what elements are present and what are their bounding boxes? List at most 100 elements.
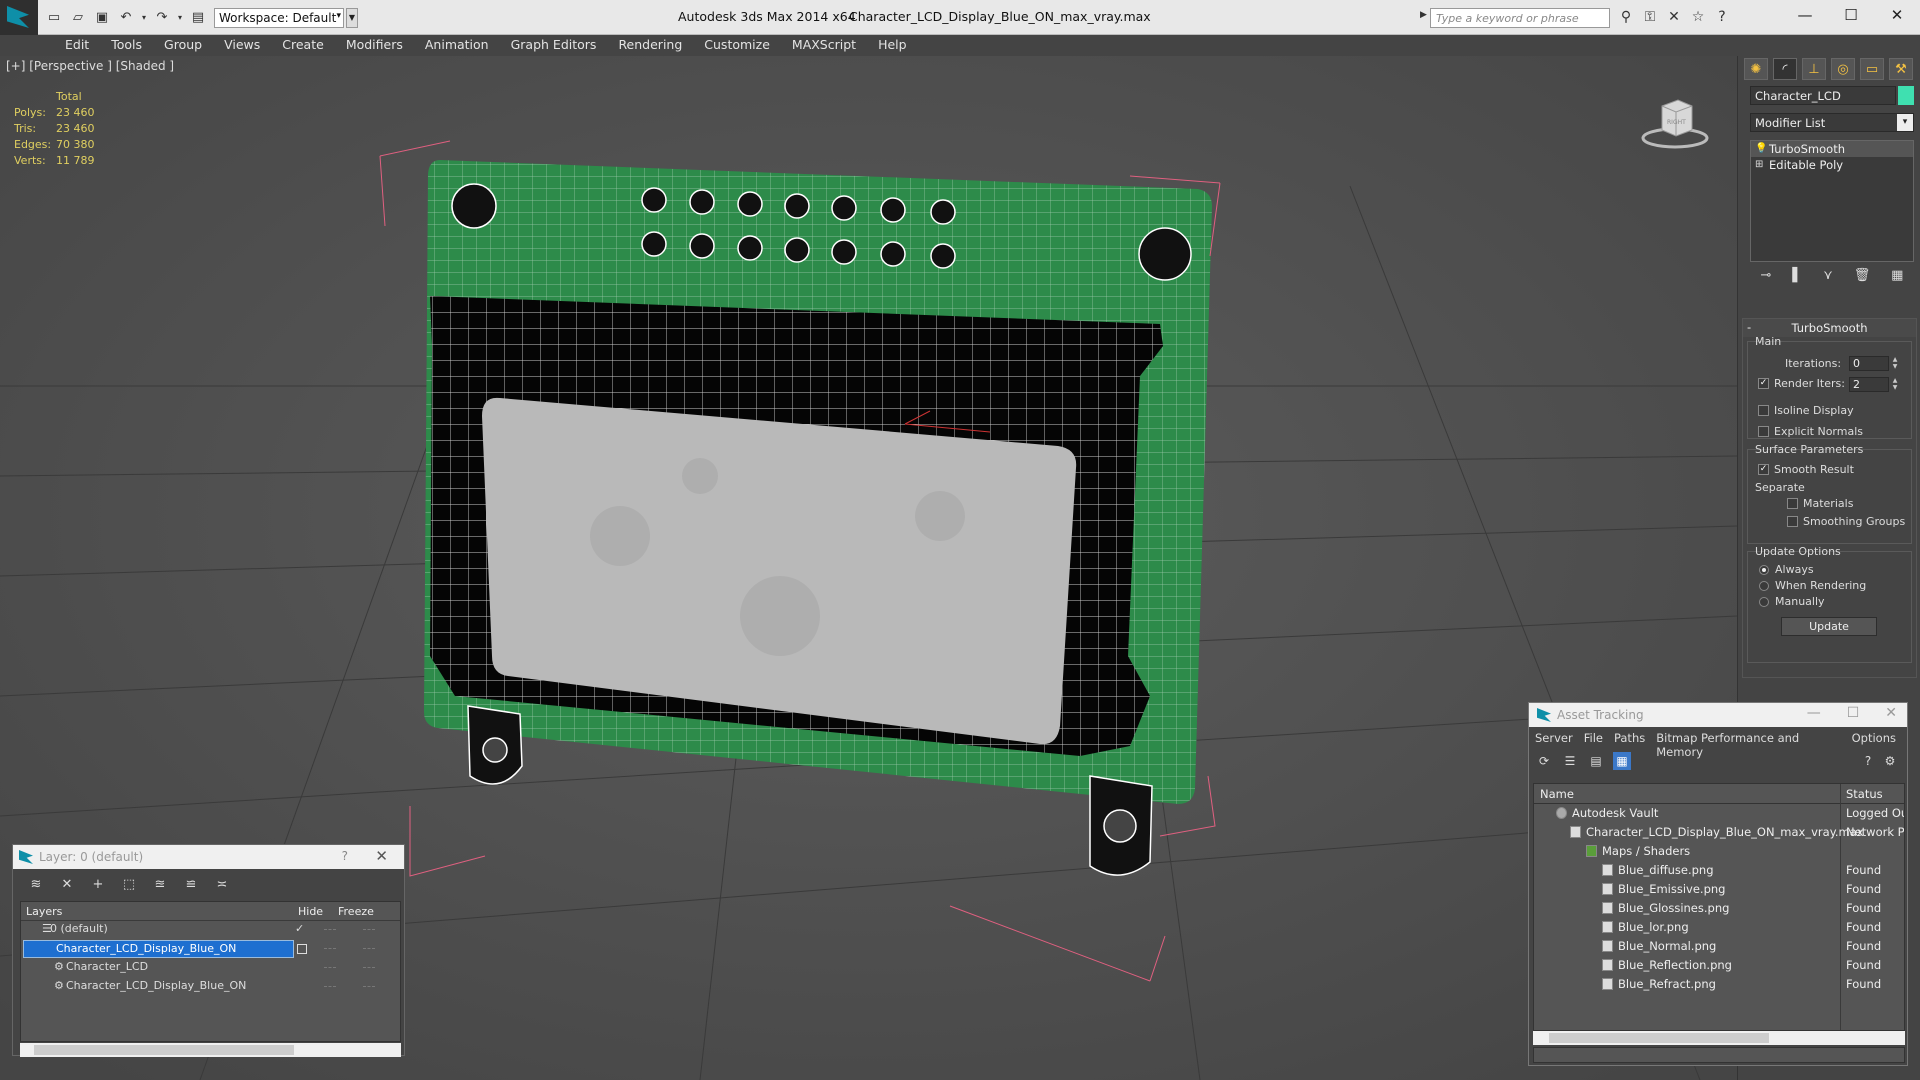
pin-stack-icon[interactable]: ⊸ [1760, 268, 1771, 283]
layers-icon[interactable]: ≋ [25, 875, 47, 895]
asset-row[interactable]: Blue_Emissive.png Found [1534, 880, 1904, 899]
app-logo-icon[interactable] [0, 0, 38, 35]
smoothing-groups-checkbox[interactable] [1787, 516, 1798, 527]
asset-row[interactable]: Blue_Glossines.png Found [1534, 899, 1904, 918]
menu-customize[interactable]: Customize [693, 35, 781, 56]
materials-checkbox[interactable] [1787, 498, 1798, 509]
maximize-icon[interactable]: ☐ [1847, 705, 1860, 721]
project-folder-icon[interactable]: ▤ [188, 7, 208, 27]
display-tab-icon[interactable]: ▭ [1860, 58, 1884, 80]
freeze-toggle[interactable] [363, 986, 375, 987]
settings-icon[interactable]: ⚙ [1881, 752, 1899, 770]
list-view-icon[interactable]: ☰ [1561, 752, 1579, 770]
key-icon[interactable]: ⚿ [1641, 8, 1659, 26]
refresh-icon[interactable]: ⟳ [1535, 752, 1553, 770]
asset-row[interactable]: Maps / Shaders [1534, 842, 1904, 861]
minimize-icon[interactable]: — [1807, 705, 1821, 721]
utilities-tab-icon[interactable]: ⚒ [1889, 58, 1913, 80]
undo-icon[interactable]: ↶ [116, 7, 136, 27]
undo-dropdown-icon[interactable]: ▾ [140, 7, 148, 27]
add-layer-icon[interactable]: + [87, 875, 109, 895]
help-icon[interactable]: ? [342, 849, 348, 863]
expand-plus-icon[interactable]: ⊞ [1755, 159, 1763, 170]
hide-all-icon[interactable]: ≌ [180, 875, 202, 895]
smooth-result-checkbox[interactable]: ✓ [1758, 464, 1769, 475]
hierarchy-tab-icon[interactable]: ⊥ [1802, 58, 1826, 80]
asset-menu-paths[interactable]: Paths [1614, 731, 1645, 749]
new-file-icon[interactable]: ▭ [44, 7, 64, 27]
freeze-toggle[interactable] [363, 929, 375, 930]
iterations-spinner[interactable]: 0 [1849, 356, 1889, 371]
asset-row[interactable]: Blue_lor.png Found [1534, 918, 1904, 937]
configure-sets-icon[interactable]: ▦ [1891, 268, 1903, 283]
delete-layer-icon[interactable]: ✕ [56, 875, 78, 895]
col-hide[interactable]: Hide [293, 902, 333, 920]
scrollbar-thumb[interactable] [34, 1045, 294, 1055]
asset-menu-bitmap-performance[interactable]: Bitmap Performance and Memory [1656, 731, 1840, 759]
workspace-dropdown[interactable]: Workspace: Default ▾ [214, 8, 344, 28]
close-icon[interactable]: ✕ [375, 847, 388, 865]
hide-toggle[interactable] [324, 948, 336, 949]
table-view-icon[interactable]: ▦ [1613, 752, 1631, 770]
menu-create[interactable]: Create [271, 35, 335, 56]
asset-row[interactable]: Blue_Normal.png Found [1534, 937, 1904, 956]
asset-row[interactable]: Autodesk Vault Logged Ou [1534, 804, 1904, 823]
freeze-toggle[interactable] [363, 967, 375, 968]
workspace-more-icon[interactable]: ▼ [346, 8, 358, 28]
viewcube-icon[interactable]: RIGHT [1640, 86, 1710, 156]
menu-animation[interactable]: Animation [414, 35, 500, 56]
asset-row[interactable]: Character_LCD_Display_Blue_ON_max_vray.m… [1534, 823, 1904, 842]
horizontal-scrollbar[interactable] [1533, 1031, 1905, 1045]
stack-item-editable-poly[interactable]: ⊞ Editable Poly [1751, 157, 1913, 173]
star-icon[interactable]: ☆ [1689, 8, 1707, 26]
object-color-swatch[interactable] [1898, 86, 1914, 105]
hide-toggle[interactable] [324, 986, 336, 987]
modifier-list-dropdown[interactable]: Modifier List ▾ [1750, 113, 1914, 132]
asset-panel-titlebar[interactable]: Asset Tracking — ☐ ✕ [1529, 703, 1907, 727]
explicit-normals-checkbox[interactable] [1758, 426, 1769, 437]
asset-menu-options[interactable]: Options [1852, 731, 1896, 749]
asset-row[interactable]: Blue_diffuse.png Found [1534, 861, 1904, 880]
help-icon[interactable]: ? [1859, 752, 1877, 770]
col-layers[interactable]: Layers [21, 902, 293, 920]
search-input[interactable]: Type a keyword or phrase [1430, 8, 1610, 28]
horizontal-scrollbar[interactable] [20, 1043, 401, 1057]
search-expand-icon[interactable]: ▶ [1420, 10, 1427, 20]
select-layer-icon[interactable]: ⬚ [118, 875, 140, 895]
menu-edit[interactable]: Edit [54, 35, 100, 56]
open-file-icon[interactable]: ▱ [68, 7, 88, 27]
modify-tab-icon[interactable]: ◜ [1773, 58, 1797, 80]
layer-row[interactable]: Character_LCD_Display_Blue_ON [21, 940, 400, 959]
redo-dropdown-icon[interactable]: ▾ [176, 7, 184, 27]
menu-maxscript[interactable]: MAXScript [781, 35, 867, 56]
asset-menu-file[interactable]: File [1584, 731, 1603, 749]
show-end-result-icon[interactable]: ▌ [1792, 268, 1802, 283]
menu-group[interactable]: Group [153, 35, 213, 56]
scrollbar-thumb[interactable] [1549, 1033, 1769, 1043]
when-rendering-radio[interactable] [1759, 581, 1769, 591]
thumbnail-view-icon[interactable]: ▤ [1587, 752, 1605, 770]
object-name-field[interactable]: Character_LCD [1750, 86, 1896, 105]
col-freeze[interactable]: Freeze [333, 902, 379, 920]
layer-row[interactable]: ☰ 0 (default) ✓ [21, 921, 400, 940]
motion-tab-icon[interactable]: ◎ [1831, 58, 1855, 80]
menu-views[interactable]: Views [213, 35, 271, 56]
render-iters-spinner[interactable]: 2 [1849, 377, 1889, 392]
layer-row[interactable]: ⚙ Character_LCD_Display_Blue_ON [21, 978, 400, 997]
close-icon[interactable]: ✕ [1874, 0, 1920, 32]
menu-modifiers[interactable]: Modifiers [335, 35, 414, 56]
stack-item-turbosmooth[interactable]: 💡 TurboSmooth [1751, 141, 1913, 157]
layer-row[interactable]: ⚙ Character_LCD [21, 959, 400, 978]
spinner-arrows-icon[interactable]: ▲ ▼ [1891, 377, 1899, 392]
asset-menu-server[interactable]: Server [1535, 731, 1573, 749]
close-icon[interactable]: ✕ [1885, 705, 1897, 721]
asset-row[interactable]: Blue_Reflection.png Found [1534, 956, 1904, 975]
menu-tools[interactable]: Tools [100, 35, 153, 56]
asset-path-field[interactable] [1533, 1047, 1905, 1063]
menu-graph-editors[interactable]: Graph Editors [500, 35, 608, 56]
always-radio[interactable] [1759, 565, 1769, 575]
col-status[interactable]: Status [1846, 787, 1883, 801]
viewport-label[interactable]: [+] [Perspective ] [Shaded ] [6, 59, 174, 73]
asset-row[interactable]: Blue_Refract.png Found [1534, 975, 1904, 994]
layer-toggle-box[interactable] [297, 944, 307, 954]
